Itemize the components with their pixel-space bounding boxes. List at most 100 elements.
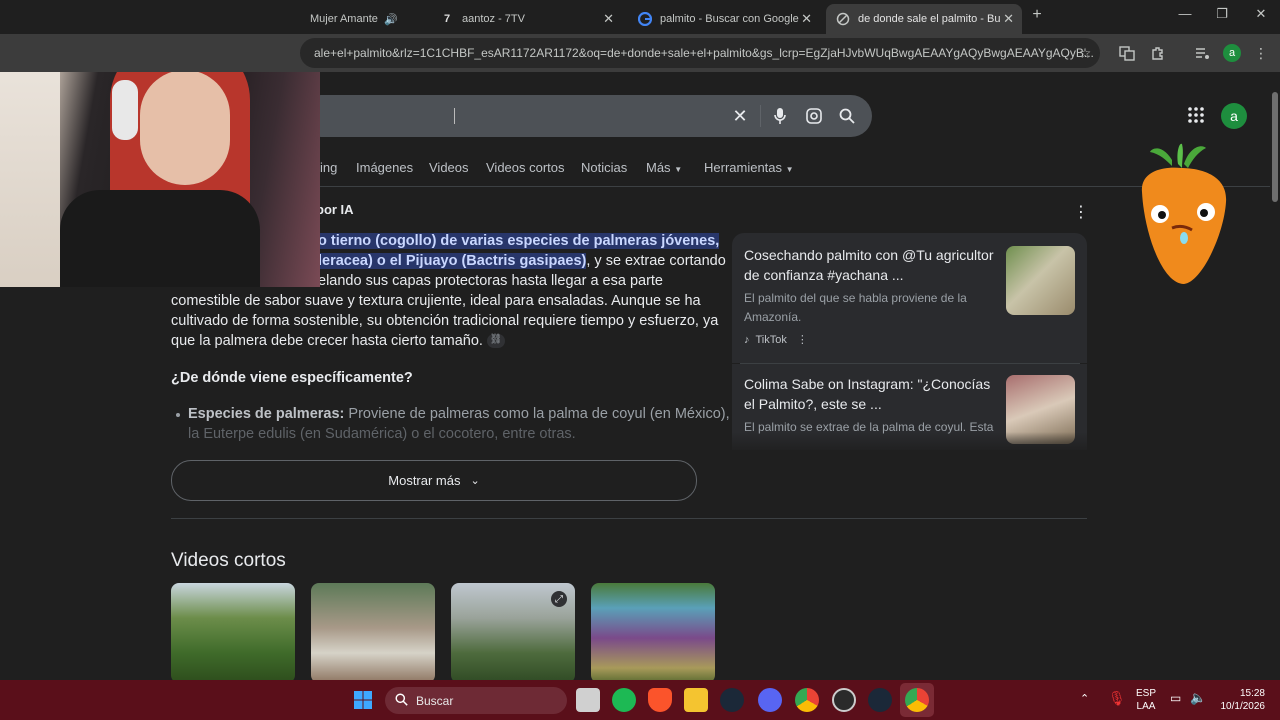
close-tab-icon[interactable]: ✕ <box>801 11 812 27</box>
volume-icon[interactable]: 🔈 <box>1190 690 1206 706</box>
tab-images[interactable]: Imágenes <box>356 160 413 175</box>
highlighted-text: o tierno (cogollo) de varias especies de… <box>318 233 720 249</box>
apps-grid-icon[interactable] <box>1187 106 1205 129</box>
highlighted-text: leracea) o el Pijuayo (Bactris gasipaes) <box>318 253 587 269</box>
clear-search-icon[interactable]: ✕ <box>730 106 750 126</box>
tab-shopping[interactable]: ing <box>320 160 337 175</box>
address-bar[interactable]: ale+el+palmito&rlz=1C1CHBF_esAR1172AR117… <box>300 38 1100 68</box>
more-options-icon[interactable]: ⋮ <box>797 333 808 346</box>
expand-icon[interactable]: ⤢ <box>551 591 567 607</box>
video-thumbnail[interactable] <box>591 583 715 680</box>
face <box>140 72 230 185</box>
discord-icon[interactable] <box>758 688 782 712</box>
minimize-button[interactable]: — <box>1170 6 1200 21</box>
lens-camera-icon[interactable] <box>804 106 824 126</box>
close-tab-icon[interactable]: ✕ <box>1003 11 1014 27</box>
headset <box>112 80 138 140</box>
scrollbar-thumb[interactable] <box>1272 92 1278 202</box>
tiktok-icon: ♪ <box>744 333 750 346</box>
ai-line-6: que la palmera debe crecer hasta cierto … <box>171 333 505 349</box>
ai-line-5: cultivado de forma sostenible, su obtenc… <box>171 313 719 329</box>
windows-taskbar: Buscar ⌃ 🎙 ESP LAA ▭ 🔈 15:28 10/1/2026 <box>0 680 1280 720</box>
tab-7tv[interactable]: 7 aantoz - 7TV ✕ <box>430 4 622 34</box>
tab-tools[interactable]: Herramientas ▼ <box>704 160 794 175</box>
tab-videos[interactable]: Videos <box>429 160 469 175</box>
menu-kebab-icon[interactable]: ⋮ <box>1250 42 1272 64</box>
avatar-initial: a <box>1223 44 1241 62</box>
taskbar-search[interactable]: Buscar <box>385 687 567 714</box>
network-icon[interactable]: ▭ <box>1170 691 1181 705</box>
chrome-profile-icon[interactable] <box>905 688 929 712</box>
ai-line-4: comestible de sabor suave y textura cruj… <box>171 293 701 309</box>
tab-news[interactable]: Noticias <box>581 160 627 175</box>
card-thumbnail <box>1006 246 1075 315</box>
language-indicator[interactable]: ESP LAA <box>1136 687 1156 713</box>
windows-start-icon[interactable] <box>351 688 375 712</box>
tab-title: de donde sale el palmito - Busca <box>858 13 1000 25</box>
page-scrollbar[interactable] <box>1270 72 1280 680</box>
ai-line-2: leracea) o el Pijuayo (Bactris gasipaes)… <box>318 253 726 269</box>
show-more-label: Mostrar más <box>388 473 461 488</box>
task-view-icon[interactable] <box>576 688 600 712</box>
restore-button[interactable]: ❐ <box>1207 6 1237 22</box>
ai-bullet: Especies de palmeras: Proviene de palmer… <box>188 406 730 422</box>
google-icon <box>638 12 652 26</box>
more-label: Más <box>646 160 671 175</box>
body-text: que la palmera debe crecer hasta cierto … <box>171 333 483 349</box>
clock[interactable]: 15:28 10/1/2026 <box>1215 687 1266 713</box>
account-avatar[interactable]: a <box>1221 103 1247 129</box>
source-name: TikTok <box>755 333 787 346</box>
time: 15:28 <box>1239 688 1265 699</box>
brave-icon[interactable] <box>648 688 672 712</box>
chevron-up-icon[interactable]: ⌃ <box>1080 692 1089 705</box>
spotify-icon[interactable] <box>612 688 636 712</box>
card-title: Cosechando palmito con @Tu agricultor de… <box>744 247 994 283</box>
video-thumbnail[interactable] <box>311 583 435 680</box>
divider <box>300 186 1270 187</box>
divider <box>171 518 1087 519</box>
tab-palmito[interactable]: palmito - Buscar con Google ✕ <box>628 4 820 34</box>
search-icon <box>395 692 408 709</box>
7tv-icon: 7 <box>443 13 451 25</box>
link-icon[interactable]: ⛓ <box>486 334 505 349</box>
video-thumbnail[interactable]: ⤢ <box>451 583 575 680</box>
search-icon[interactable] <box>837 106 857 126</box>
shirt <box>60 190 260 287</box>
extensions-icon[interactable] <box>1147 42 1169 64</box>
new-tab-button[interactable]: + <box>1022 6 1052 24</box>
ai-menu-icon[interactable]: ⋮ <box>1073 202 1089 222</box>
caret-down-icon: ▼ <box>785 165 794 174</box>
translate-icon[interactable] <box>1116 42 1138 64</box>
video-thumbnail[interactable] <box>171 583 295 680</box>
file-explorer-icon[interactable] <box>684 688 708 712</box>
close-tab-icon[interactable]: ✕ <box>603 11 614 27</box>
microphone-icon[interactable] <box>770 106 790 126</box>
tab-strip: Mujer Amante 🔊 7 aantoz - 7TV ✕ palmito … <box>0 0 1280 34</box>
divider <box>760 105 761 127</box>
steam-icon[interactable] <box>868 688 892 712</box>
tab-more[interactable]: Más ▼ <box>646 160 682 175</box>
search-results-page: ✕ a ing Imágenes Videos Videos cortos No… <box>0 72 1270 680</box>
show-more-button[interactable]: Mostrar más ⌄ <box>171 460 697 501</box>
profile-avatar[interactable]: a <box>1221 42 1243 64</box>
browser-toolbar: ale+el+palmito&rlz=1C1CHBF_esAR1172AR117… <box>0 34 1280 72</box>
tab-mujer-amante[interactable]: Mujer Amante 🔊 <box>300 4 410 34</box>
bookmark-star-icon[interactable]: ☆ <box>1074 42 1096 64</box>
close-window-button[interactable]: ✕ <box>1246 6 1276 22</box>
tab-de-donde-sale[interactable]: de donde sale el palmito - Busca ✕ <box>826 4 1022 34</box>
microphone-muted-icon[interactable]: 🎙 <box>1108 690 1126 707</box>
media-controls-icon[interactable] <box>1191 42 1213 64</box>
steam-icon[interactable] <box>720 688 744 712</box>
ai-bullet-faded: la Euterpe edulis (en Sudamérica) o el c… <box>188 426 576 442</box>
bookshelf <box>0 72 60 287</box>
tab-short-videos[interactable]: Videos cortos <box>486 160 565 175</box>
search-box[interactable]: ✕ <box>300 95 872 137</box>
obs-icon[interactable] <box>832 688 856 712</box>
caret-down-icon: ▼ <box>674 165 683 174</box>
source-card-tiktok[interactable]: Cosechando palmito con @Tu agricultor de… <box>732 233 1087 363</box>
chrome-icon[interactable] <box>795 688 819 712</box>
ai-subheading: ¿De dónde viene específicamente? <box>171 370 413 386</box>
bullet-dot <box>176 413 180 417</box>
speaker-icon[interactable]: 🔊 <box>384 13 398 26</box>
keyboard-layout: LAA <box>1136 701 1156 712</box>
